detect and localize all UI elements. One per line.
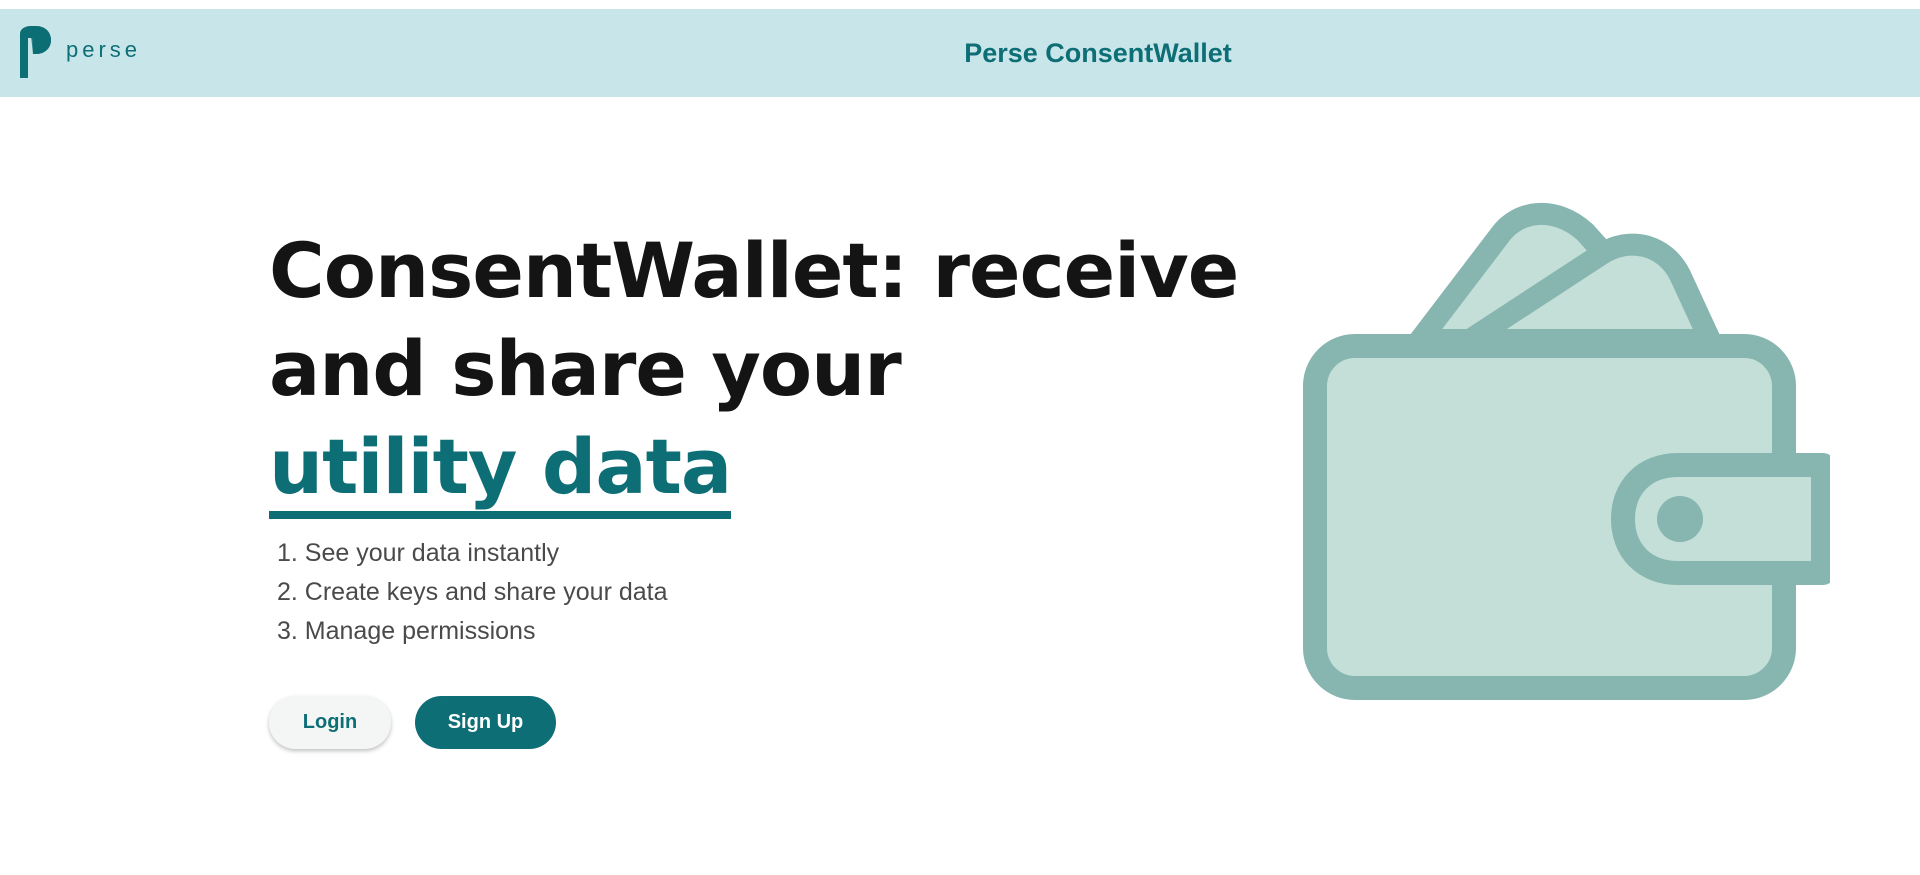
login-button[interactable]: Login — [269, 696, 391, 749]
hero-title-highlight: utility data — [269, 423, 732, 519]
perse-logo-icon — [20, 26, 51, 78]
wallet-illustration — [1300, 200, 1835, 715]
perse-logo[interactable]: perse — [16, 26, 141, 80]
wallet-icon — [1303, 202, 1835, 700]
feature-step: 2. Create keys and share your data — [277, 578, 668, 606]
hero-title: ConsentWallet: receive and share your ut… — [269, 222, 1239, 519]
sign-up-button[interactable]: Sign Up — [415, 696, 556, 749]
hero-title-line-2: and share your — [269, 324, 902, 413]
feature-step: 3. Manage permissions — [277, 617, 536, 645]
feature-steps-list: 1. See your data instantly 2. Create key… — [277, 534, 668, 651]
app-header: perse Perse ConsentWallet — [0, 9, 1920, 97]
logo-text: perse — [66, 37, 142, 62]
hero-title-line-1: ConsentWallet: receive — [269, 226, 1239, 315]
feature-step: 1. See your data instantly — [277, 539, 560, 567]
page-title: Perse ConsentWallet — [964, 38, 1232, 68]
top-strip — [0, 0, 1920, 9]
